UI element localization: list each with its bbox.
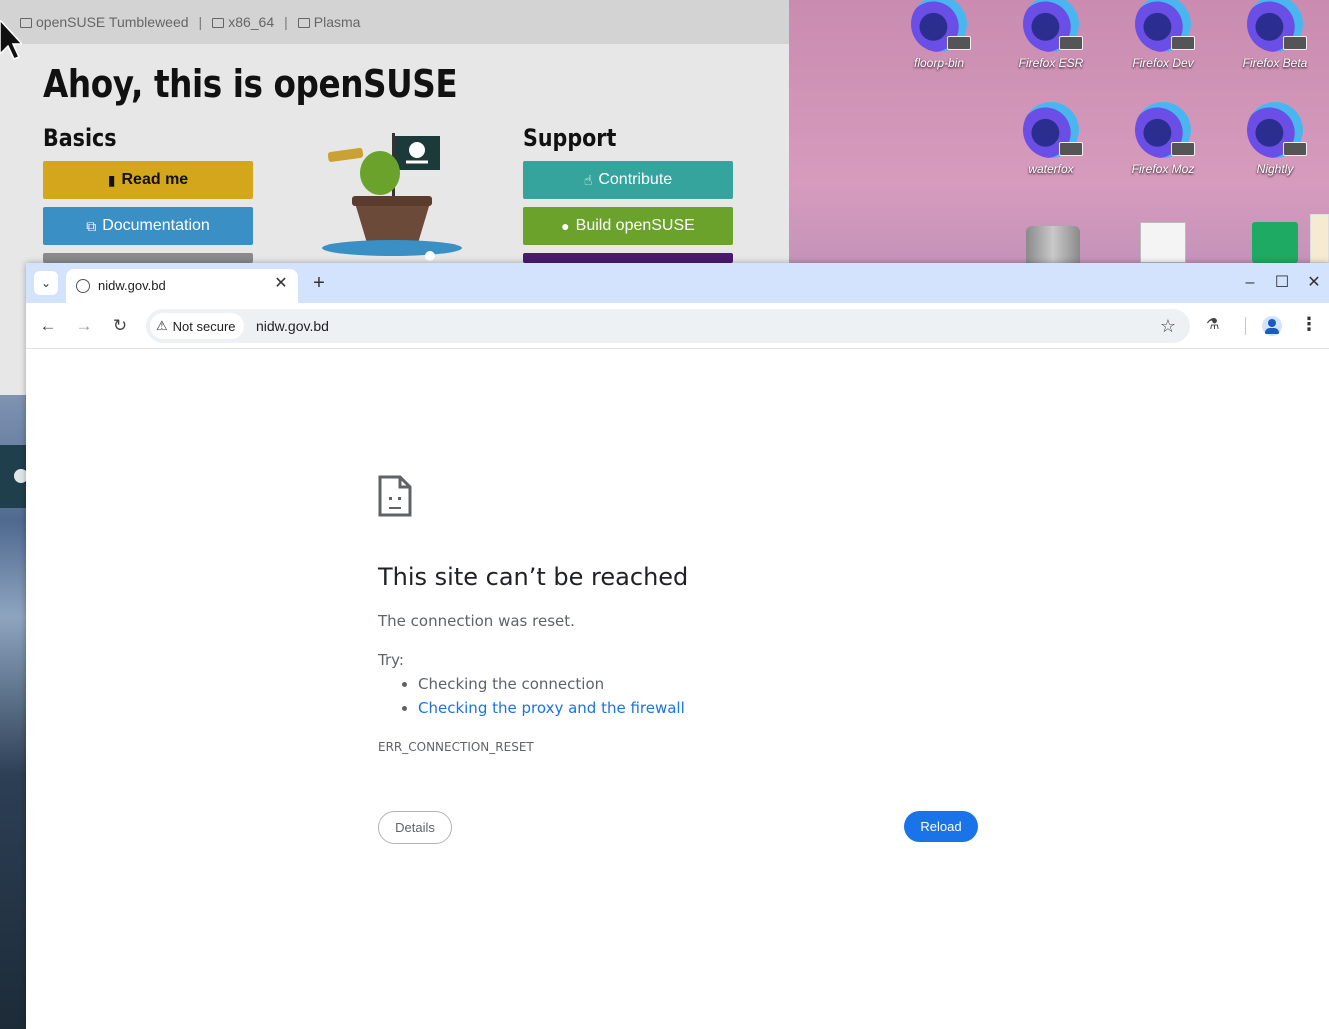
security-label: Not secure [172, 318, 236, 334]
sad-page-icon [378, 475, 412, 517]
desktop-info: Plasma [297, 14, 360, 30]
toolbar-divider [1245, 317, 1246, 335]
desktop-icon-floorp-bin[interactable]: floorp-bin [889, 0, 989, 70]
close-tab-button[interactable]: ✕ [272, 275, 290, 293]
tab-title: nidw.gov.bd [98, 278, 166, 293]
support-heading: Support [523, 124, 617, 152]
globe-icon [76, 279, 90, 293]
contribute-button[interactable]: ☝ Contribute [523, 161, 733, 199]
firefox-icon [1023, 102, 1083, 158]
maximize-icon: ☐ [1274, 274, 1290, 291]
profile-avatar-icon[interactable] [1262, 316, 1282, 336]
factory-icon [212, 18, 225, 28]
desktop-icon-firefox-dev[interactable]: Firefox Dev [1113, 0, 1213, 70]
separator: | [198, 14, 203, 30]
security-chip[interactable]: ⚠ Not secure [150, 313, 244, 339]
github-icon: ● [561, 218, 570, 234]
forward-button[interactable]: → [73, 315, 95, 337]
hand-pointer-icon: ☝ [583, 171, 593, 188]
suggestion-list: Checking the connection Checking the pro… [418, 675, 685, 723]
desktop-icon-label: Firefox Moz [1131, 162, 1195, 176]
system-info: openSUSE Tumbleweed | x86_64 | Plasma [20, 14, 360, 30]
arrow-right-icon: → [75, 316, 93, 335]
trash-icon[interactable] [1026, 226, 1080, 263]
error-code: ERR_CONNECTION_RESET [378, 740, 534, 754]
build-opensuse-button[interactable]: ● Build openSUSE [523, 207, 733, 245]
basics-button-partial[interactable] [43, 253, 253, 263]
folder-icon[interactable] [1310, 214, 1329, 263]
desktop-icon-firefox-moz[interactable]: Firefox Moz [1113, 102, 1213, 176]
plus-icon: + [313, 272, 325, 294]
reload-toolbar-button[interactable]: ↻ [109, 315, 131, 337]
distro-info: openSUSE Tumbleweed [20, 14, 189, 30]
browser-tab[interactable]: nidw.gov.bd ✕ [66, 269, 298, 303]
address-bar[interactable]: ⚠ Not secure nidw.gov.bd ☆ [146, 309, 1190, 343]
error-title: This site can’t be reached [378, 563, 689, 591]
welcome-title: Ahoy, this is openSUSE [43, 62, 458, 106]
mouse-cursor-icon [0, 20, 22, 60]
firefox-icon [1247, 0, 1307, 52]
details-button[interactable]: Details [378, 811, 452, 844]
browser-toolbar: ← → ↻ ⚠ Not secure nidw.gov.bd ☆ ⚗ ⋮ [26, 303, 1329, 349]
reload-icon: ↻ [112, 316, 128, 335]
reload-button[interactable]: Reload [904, 811, 978, 842]
desktop-icon-label: Firefox Beta [1242, 56, 1308, 70]
close-icon: ✕ [1307, 274, 1321, 291]
suggestion-link-proxy[interactable]: Checking the proxy and the firewall [418, 699, 685, 717]
arch-info: x86_64 [212, 14, 274, 30]
minimize-button[interactable]: – [1240, 273, 1260, 293]
external-link-icon: ⧉ [86, 217, 97, 234]
desktop-icon-label: Firefox ESR [1018, 56, 1084, 70]
desktop-icon-nightly[interactable]: Nightly [1225, 102, 1325, 176]
error-description: The connection was reset. [378, 612, 575, 630]
image-icon [297, 18, 310, 28]
browser-window: ⌄ nidw.gov.bd ✕ + – ☐ ✕ ← → ↻ ⚠ Not secu… [26, 263, 1329, 1029]
back-button[interactable]: ← [37, 315, 59, 337]
error-try-label: Try: [378, 651, 404, 669]
close-window-button[interactable]: ✕ [1304, 273, 1324, 293]
url-text[interactable]: nidw.gov.bd [256, 318, 329, 334]
welcome-header-bar: openSUSE Tumbleweed | x86_64 | Plasma [0, 0, 789, 44]
desktop-icon-firefox-esr[interactable]: Firefox ESR [1001, 0, 1101, 70]
desktop-icon-label: Nightly [1256, 162, 1294, 176]
maximize-button[interactable]: ☐ [1272, 273, 1292, 293]
tab-search-button[interactable]: ⌄ [34, 271, 58, 295]
book-icon: ▮ [107, 171, 116, 188]
text-file-icon[interactable] [1140, 222, 1186, 263]
desktop-icon-label: waterfox [1028, 162, 1074, 176]
firefox-icon [1135, 0, 1195, 52]
close-icon: ✕ [274, 275, 288, 292]
labs-flask-icon[interactable]: ⚗ [1206, 315, 1219, 333]
desktop-icon-firefox-beta[interactable]: Firefox Beta [1225, 0, 1325, 70]
separator: | [284, 14, 288, 30]
desktop-icon-waterfox[interactable]: waterfox [1001, 102, 1101, 176]
basics-heading: Basics [43, 124, 117, 152]
chameleon-pirate-mascot [322, 133, 462, 261]
desktop-icon-label: floorp-bin [913, 56, 965, 70]
chevron-down-icon: ⌄ [40, 276, 52, 290]
firefox-icon [1135, 102, 1195, 158]
suggestion-item: Checking the connection [418, 675, 685, 693]
minimize-icon: – [1245, 274, 1255, 291]
read-me-button[interactable]: ▮ Read me [43, 161, 253, 199]
tab-strip: ⌄ nidw.gov.bd ✕ + – ☐ ✕ [26, 263, 1329, 303]
more-menu-icon[interactable]: ⋮ [1300, 314, 1318, 335]
documentation-button[interactable]: ⧉ Documentation [43, 207, 253, 245]
background-window-edge [0, 445, 28, 508]
firefox-icon [1247, 102, 1307, 158]
bookmark-star-icon[interactable]: ☆ [1160, 316, 1176, 337]
warning-icon: ⚠ [156, 318, 168, 333]
firefox-icon [1023, 0, 1083, 52]
new-tab-button[interactable]: + [308, 272, 330, 294]
support-button-partial[interactable] [523, 253, 733, 263]
firefox-icon [911, 0, 971, 52]
desktop-icon-label: Firefox Dev [1132, 56, 1194, 70]
spreadsheet-icon[interactable] [1252, 222, 1298, 263]
arrow-left-icon: ← [39, 316, 57, 335]
